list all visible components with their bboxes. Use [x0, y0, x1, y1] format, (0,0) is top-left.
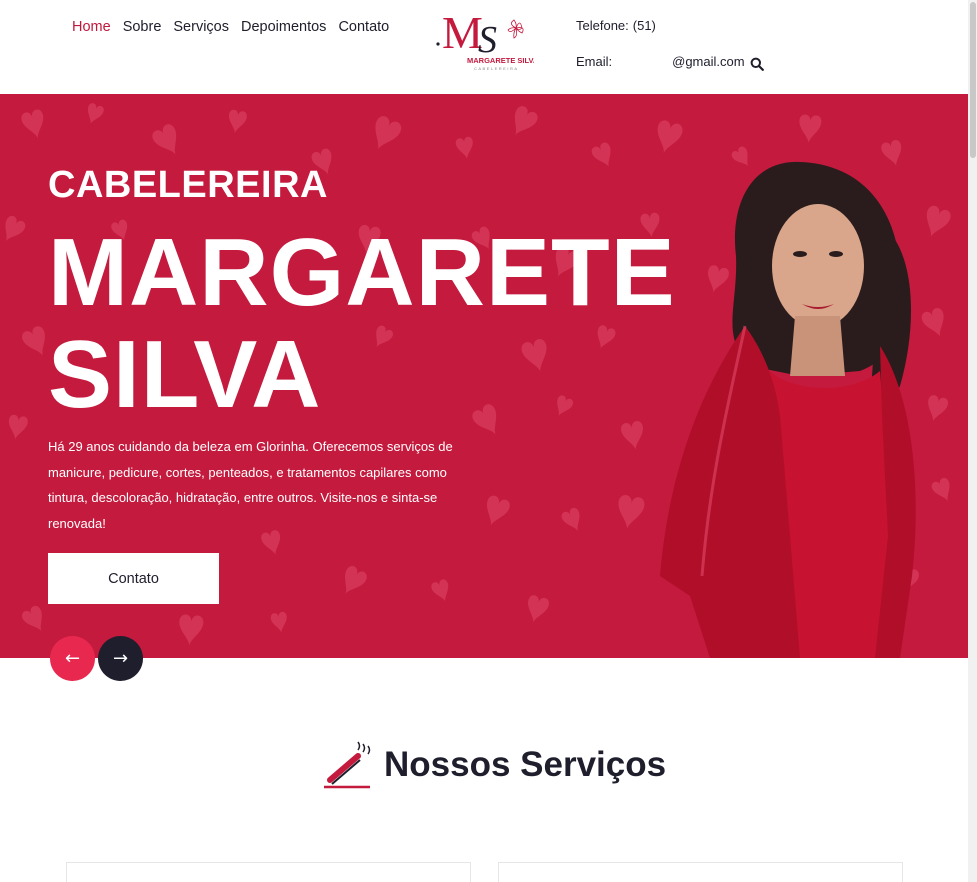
hair-straightener-icon — [324, 741, 371, 789]
service-card[interactable] — [66, 862, 471, 882]
lily-icon — [507, 19, 524, 39]
nav-item-depoimentos[interactable]: Depoimentos — [241, 19, 326, 35]
logo[interactable]: M S MARGARETE SILVA CABELEREIRA — [434, 6, 534, 72]
nav-item-contato[interactable]: Contato — [338, 19, 389, 35]
main-nav: Home Sobre Serviços Depoimentos Contato — [72, 19, 389, 35]
logo-monogram-s: S — [478, 19, 497, 61]
prev-slide-button[interactable]: ← — [50, 636, 95, 681]
hero-title-line2: SILVA — [48, 321, 322, 428]
email-label: Email: — [576, 54, 613, 69]
email-row: Email: @gmail.com — [576, 54, 745, 90]
logo-tagline: CABELEREIRA — [474, 66, 519, 71]
next-slide-button[interactable]: → — [98, 636, 143, 681]
hero-subtitle: CABELEREIRA — [48, 164, 328, 206]
logo-name: MARGARETE SILVA — [467, 56, 534, 65]
contact-info: Telefone: (51) Email: @gmail.com — [576, 18, 745, 90]
hero-title: MARGARETE SILVA — [48, 222, 676, 426]
scrollbar-thumb[interactable] — [970, 2, 976, 158]
hero-slider: CABELEREIRA MARGARETE SILVA Há 29 anos c… — [0, 94, 968, 658]
service-card[interactable] — [498, 862, 903, 882]
site-header: Home Sobre Serviços Depoimentos Contato … — [0, 0, 968, 94]
email-value: @gmail.com — [672, 54, 745, 69]
nav-item-servicos[interactable]: Serviços — [173, 19, 229, 35]
hero-description: Há 29 anos cuidando da beleza em Glorinh… — [48, 439, 453, 531]
logo-monogram-m: M — [442, 7, 483, 58]
services-title: Nossos Serviços — [384, 745, 667, 784]
prev-arrow-icon: ← — [64, 648, 81, 669]
contact-button[interactable]: Contato — [48, 553, 219, 604]
hero-title-line1: MARGARETE — [48, 219, 676, 326]
phone-label: Telefone: — [576, 18, 629, 33]
services-heading: Nossos Serviços — [322, 740, 666, 790]
nav-item-home[interactable]: Home — [72, 19, 111, 35]
phone-row: Telefone: (51) — [576, 18, 745, 54]
search-icon[interactable] — [750, 57, 764, 71]
portrait-image — [660, 161, 916, 658]
email-redacted — [616, 54, 673, 64]
nav-item-sobre[interactable]: Sobre — [123, 19, 162, 35]
next-arrow-icon: → — [112, 648, 129, 669]
phone-value: (51) — [632, 18, 656, 33]
